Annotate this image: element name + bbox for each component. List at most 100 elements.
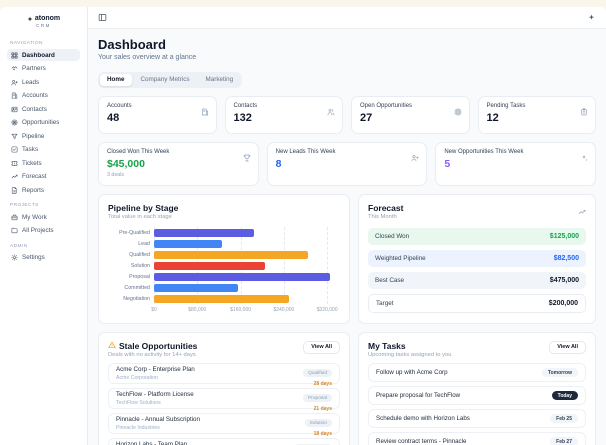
ticket-icon — [11, 160, 18, 166]
dashboard-content: Dashboard Your sales overview at a glanc… — [88, 29, 606, 445]
x-tick-label: $240,000 — [273, 307, 295, 313]
forecast-label: Weighted Pipeline — [375, 254, 426, 262]
chart-bar — [154, 250, 309, 259]
sidebar-item-settings[interactable]: Settings — [7, 252, 80, 264]
opportunity-company: Pinnacle Industries — [116, 424, 160, 431]
sidebar-item-accounts[interactable]: Accounts — [7, 90, 80, 102]
task-item[interactable]: Schedule demo with Horizon Labs Feb 25 — [368, 409, 586, 428]
trophy-icon — [243, 154, 250, 161]
user-plus-icon — [11, 79, 18, 85]
task-title: Schedule demo with Horizon Labs — [376, 415, 470, 422]
stale-item[interactable]: Acme Corp - Enterprise Plan Acme Corpora… — [108, 363, 340, 387]
weekly-card-new-leads[interactable]: New Leads This Week 8 — [266, 141, 428, 186]
stale-item[interactable]: TechFlow - Platform License TechFlow Sol… — [108, 388, 340, 412]
contacts-icon — [11, 106, 18, 112]
task-due-badge: Feb 27 — [550, 437, 578, 445]
sidebar-item-pipeline[interactable]: Pipeline — [7, 130, 80, 142]
task-due-badge: Tomorrow — [541, 368, 578, 377]
alert-triangle-icon — [108, 341, 116, 348]
chart-bar-track — [154, 272, 338, 281]
bottom-row: Stale Opportunities Deals with no activi… — [98, 331, 596, 445]
forecast-label: Closed Won — [375, 232, 410, 240]
forecast-row-best-case: Best Case $475,000 — [368, 271, 586, 289]
stat-card-pending-tasks[interactable]: Pending Tasks 12 — [477, 95, 596, 134]
trending-up-icon — [578, 209, 586, 214]
stale-opportunities-panel: Stale Opportunities Deals with no activi… — [98, 331, 350, 445]
opportunity-title: Horizon Labs - Team Plan — [116, 441, 188, 445]
stat-card-open-opportunities[interactable]: Open Opportunities 27 — [351, 95, 470, 134]
stale-item[interactable]: Horizon Labs - Team Plan Horizon Labs Pr… — [108, 438, 340, 445]
pipeline-subtitle: Total value in each stage — [108, 214, 172, 220]
dashboard-tabs: Home Company Metrics Marketing — [98, 71, 243, 88]
sidebar-item-all-projects[interactable]: All Projects — [7, 225, 80, 237]
stat-card-accounts[interactable]: Accounts 48 — [98, 95, 217, 134]
pipeline-chart: Pre-Qualified Lead Qualified Solution Propos… — [108, 227, 340, 315]
x-tick-label: $320,000 — [316, 307, 338, 313]
sidebar-item-tickets[interactable]: Tickets — [7, 157, 80, 169]
stale-item[interactable]: Pinnacle - Annual Subscription Pinnacle … — [108, 413, 340, 437]
sidebar-section-projects: Projects — [10, 203, 39, 208]
stale-list: Acme Corp - Enterprise Plan Acme Corpora… — [108, 363, 340, 445]
chart-bar — [154, 261, 265, 270]
weekly-label: New Opportunities This Week — [444, 148, 524, 155]
sidebar-item-label: All Projects — [22, 227, 54, 234]
sidebar-item-dashboard[interactable]: Dashboard — [7, 49, 80, 61]
sidebar-item-contacts[interactable]: Contacts — [7, 103, 80, 115]
chart-rows: Pre-Qualified Lead Qualified Solution Propos… — [108, 227, 340, 304]
sidebar-item-partners[interactable]: Partners — [7, 63, 80, 75]
forecast-panel: Forecast This Month Closed Won $125,000 … — [358, 193, 596, 324]
tab-company-metrics[interactable]: Company Metrics — [134, 74, 197, 86]
opportunity-title: Acme Corp - Enterprise Plan — [116, 366, 195, 374]
sidebar-item-reports[interactable]: Reports — [7, 184, 80, 196]
task-item[interactable]: Prepare proposal for TechFlow Today — [368, 386, 586, 405]
sparkle-icon[interactable] — [587, 13, 596, 22]
tasks-view-all-button[interactable]: View All — [549, 340, 586, 354]
x-tick-label: $80,000 — [188, 307, 207, 313]
main-area: Dashboard Your sales overview at a glanc… — [88, 7, 606, 445]
weekly-card-new-opportunities[interactable]: New Opportunities This Week 5 — [435, 141, 596, 186]
crm-app-window: atonom CRM Navigation Dashboard Partners… — [0, 7, 606, 445]
tasks-title: My Tasks — [368, 340, 406, 351]
sidebar-item-label: Tasks — [22, 146, 39, 153]
stat-value: 12 — [486, 111, 499, 124]
task-title: Review contract terms - Pinnacle — [376, 438, 467, 445]
stale-title: Stale Opportunities — [119, 340, 198, 351]
stat-value: 48 — [107, 111, 120, 124]
weekly-card-closed-won[interactable]: Closed Won This Week $45,000 3 deals — [98, 141, 259, 186]
stats-row: Accounts 48 Contacts 132 Open Opportunit… — [98, 95, 596, 134]
chart-bar — [154, 239, 222, 248]
chart-bar-track — [154, 239, 338, 248]
file-icon — [11, 186, 17, 194]
chart-category-label: Solution — [130, 262, 150, 269]
tab-home[interactable]: Home — [100, 73, 132, 86]
sidebar-item-label: Dashboard — [22, 51, 55, 59]
sidebar-item-leads[interactable]: Leads — [7, 76, 80, 88]
sidebar-item-opportunities[interactable]: Opportunities — [7, 117, 80, 129]
sidebar-item-forecast[interactable]: Forecast — [7, 171, 80, 183]
stat-label: Pending Tasks — [486, 102, 526, 109]
stale-view-all-button[interactable]: View All — [303, 340, 340, 354]
forecast-value: $82,500 — [553, 254, 579, 262]
sidebar-item-tasks[interactable]: Tasks — [7, 144, 80, 156]
sidebar-section-navigation: Navigation — [10, 41, 43, 46]
brand-product: CRM — [36, 23, 51, 28]
sidebar-item-label: Reports — [22, 186, 45, 194]
task-item[interactable]: Review contract terms - Pinnacle Feb 27 — [368, 432, 586, 445]
task-item[interactable]: Follow up with Acme Corp Tomorrow — [368, 363, 586, 382]
panels-row: Pipeline by Stage Total value in each st… — [98, 193, 596, 324]
chart-bar-track — [154, 283, 338, 292]
stat-card-contacts[interactable]: Contacts 132 — [224, 95, 343, 134]
sidebar-item-my-work[interactable]: My Work — [7, 211, 80, 223]
building-icon — [201, 108, 208, 115]
chart-bar-track — [154, 294, 338, 303]
chart-category-label: Proposal — [129, 273, 150, 280]
chart-category-label: Pre-Qualified — [119, 229, 150, 236]
tab-marketing[interactable]: Marketing — [199, 74, 241, 86]
chart-bar — [154, 272, 330, 281]
logo-icon — [27, 16, 33, 21]
my-tasks-panel: My Tasks Upcoming tasks assigned to you … — [358, 331, 596, 445]
sidebar-item-label: My Work — [22, 213, 47, 221]
stat-value: 132 — [233, 111, 252, 124]
forecast-value: $475,000 — [549, 276, 579, 284]
sidebar-toggle-icon[interactable] — [98, 13, 107, 22]
